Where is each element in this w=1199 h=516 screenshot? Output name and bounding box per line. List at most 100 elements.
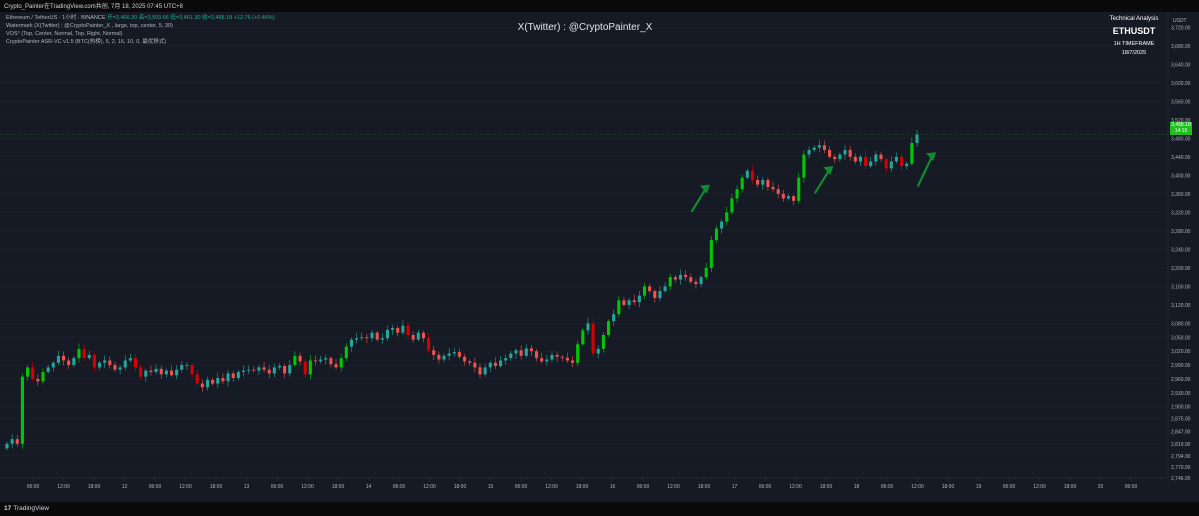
candle-body: [817, 145, 821, 148]
x-tick-label: 06:00: [393, 484, 406, 490]
y-tick-label: 2,847.00: [1171, 429, 1191, 435]
y-tick-label: 2,900.00: [1171, 405, 1191, 411]
candle-body: [745, 170, 749, 178]
x-tick-label: 06:00: [1125, 484, 1138, 490]
candle-body: [622, 300, 626, 305]
candle-body: [452, 352, 456, 354]
y-tick-label: 3,280.00: [1171, 229, 1191, 235]
x-tick-label: 12:00: [911, 484, 924, 490]
x-tick-label: 12:00: [423, 484, 436, 490]
candle-body: [684, 274, 688, 278]
candle-body: [874, 154, 878, 162]
legend-symbol-line[interactable]: Ethereum / TetherUS · 1小时 · BINANCE 开=3,…: [6, 14, 275, 22]
x-tick-label: 18:00: [698, 484, 711, 490]
x-tick-label: 16: [610, 484, 616, 490]
candle-body: [252, 369, 256, 371]
x-tick-label: 12:00: [301, 484, 314, 490]
candle-body: [349, 339, 354, 347]
candle-body: [730, 198, 734, 213]
candle-body: [108, 360, 112, 366]
candle-body: [709, 240, 713, 268]
candle-body: [838, 154, 842, 160]
candle-body: [334, 364, 338, 368]
candle-body: [550, 354, 554, 360]
y-tick-label: 3,320.00: [1171, 210, 1191, 216]
candle-body: [396, 328, 400, 333]
candle-body: [879, 154, 883, 160]
candle-body: [591, 323, 595, 354]
candle-body: [545, 359, 549, 362]
candle-body: [653, 291, 657, 298]
candle-body: [704, 267, 708, 278]
candle-body: [606, 321, 611, 336]
candle-body: [72, 358, 76, 366]
candle-body: [185, 365, 189, 366]
legend-ohlc: 开=3,466.30 高=3,503.66 低=3,461.30 收=3,488…: [107, 15, 275, 21]
y-tick-label: 2,819.00: [1171, 442, 1191, 448]
price-chart[interactable]: 3,720.00 3,680.00 3,640.00 3,600.00 3,560.00…: [0, 12, 1199, 502]
candle-body: [776, 189, 780, 194]
candle-body: [175, 369, 179, 376]
candle-body: [324, 358, 328, 360]
candle-body: [673, 277, 677, 280]
candle-body: [406, 325, 410, 336]
y-tick-label: 3,360.00: [1171, 192, 1191, 198]
candle-body: [169, 370, 174, 376]
candle-body: [576, 344, 580, 363]
candle-body: [833, 156, 837, 160]
candle-body: [56, 355, 60, 363]
candle-body: [77, 348, 81, 359]
candle-body: [298, 355, 302, 362]
candle-body: [15, 439, 19, 444]
candle-body: [144, 370, 148, 377]
candle-body: [365, 337, 369, 339]
candle-body: [118, 367, 122, 370]
x-tick-label: 06:00: [759, 484, 772, 490]
candle-body: [200, 383, 204, 388]
y-tick-label: 3,560.00: [1171, 99, 1191, 105]
candle-body: [612, 314, 616, 322]
x-tick-label: 12: [122, 484, 128, 490]
candle-body: [139, 367, 143, 377]
candle-body: [900, 156, 904, 167]
candle-body: [5, 443, 9, 449]
candle-body: [385, 329, 389, 339]
candle-body: [905, 163, 909, 167]
candle-body: [802, 154, 806, 178]
candle-body: [128, 358, 132, 361]
x-tick-label: 12:00: [57, 484, 70, 490]
candle-body: [596, 348, 600, 354]
candle-body: [36, 378, 40, 382]
candle-body: [668, 277, 672, 287]
info-timeframe: 1H TIMEFRAME: [1113, 41, 1155, 47]
y-tick-label: 2,794.00: [1171, 454, 1191, 460]
x-tick-label: 18:00: [332, 484, 345, 490]
candle-body: [308, 360, 312, 375]
tradingview-logo[interactable]: 17 TradingView: [4, 505, 49, 512]
candle-body: [236, 372, 240, 379]
footer-bar: 17 TradingView: [0, 502, 1199, 516]
candle-body: [632, 300, 636, 303]
x-tick-label: 18:00: [1064, 484, 1077, 490]
candle-body: [46, 367, 50, 373]
candle-body: [149, 370, 153, 373]
x-tick-label: 18: [854, 484, 860, 490]
x-tick-label: 06:00: [881, 484, 894, 490]
y-tick-label: 3,600.00: [1171, 81, 1191, 87]
candle-body: [288, 365, 292, 374]
candle-body: [463, 356, 467, 362]
top-bar: Crypto_Painter在TradingView.com共创, 7月 18,…: [0, 0, 1199, 12]
candle-body: [411, 335, 415, 340]
x-tick-label: 18:00: [88, 484, 101, 490]
legend-asr-indicator[interactable]: CryptoPainter ASR-VC v1.5 (BTC(热榜), 5, 2…: [6, 38, 275, 46]
candle-body: [360, 337, 364, 339]
candle-body: [910, 142, 914, 164]
candle-body: [858, 156, 862, 162]
candle-body: [113, 365, 117, 370]
candle-body: [642, 286, 647, 296]
candle-body: [519, 350, 523, 356]
x-tick-label: 18:00: [942, 484, 955, 490]
candle-body: [31, 367, 35, 379]
candle-body: [915, 134, 919, 143]
candle-body: [699, 277, 703, 285]
